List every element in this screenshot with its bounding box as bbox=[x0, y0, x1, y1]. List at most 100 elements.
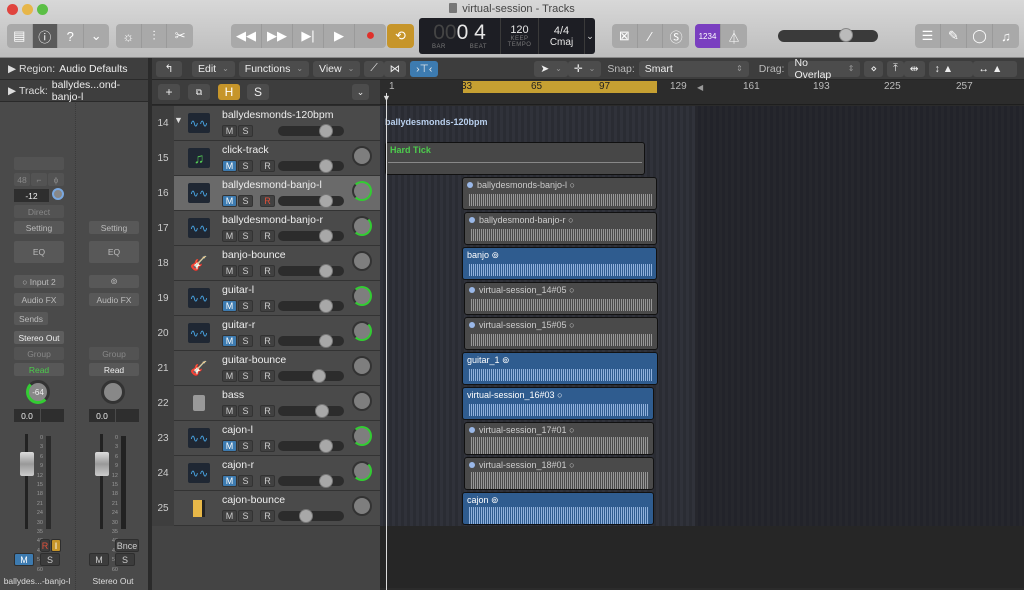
record-enable-button[interactable]: R bbox=[260, 265, 275, 277]
solo-button[interactable]: S bbox=[40, 553, 60, 566]
track-row[interactable]: 25 cajon-bounce M S R bbox=[152, 491, 380, 526]
region[interactable]: virtual-session_16#03 ○ bbox=[462, 387, 654, 420]
gain-knob[interactable] bbox=[52, 188, 64, 200]
track-name[interactable]: cajon-l bbox=[222, 424, 253, 436]
track-row[interactable]: 16 ∿∿ ballydesmond-banjo-l M S R bbox=[152, 176, 380, 211]
play-icon[interactable]: ▶ bbox=[324, 24, 355, 48]
solo-button[interactable]: S bbox=[115, 553, 135, 566]
cycle-range[interactable] bbox=[463, 81, 657, 93]
count-in-button[interactable]: 1234 bbox=[695, 24, 721, 48]
help-icon[interactable]: ? bbox=[58, 24, 84, 48]
sends-slot[interactable]: Sends bbox=[14, 312, 48, 325]
volume-slider[interactable] bbox=[278, 404, 344, 418]
pan-knob[interactable] bbox=[352, 181, 372, 201]
volume-knob[interactable] bbox=[319, 474, 333, 488]
volume-slider[interactable] bbox=[278, 124, 344, 138]
view-menu[interactable]: View ⌄ bbox=[313, 60, 361, 77]
pan-knob[interactable] bbox=[352, 216, 372, 236]
track-name[interactable]: guitar-l bbox=[222, 284, 254, 296]
volume-slider[interactable] bbox=[278, 334, 344, 348]
list-editors-icon[interactable]: ☰ bbox=[915, 24, 941, 48]
eq-button[interactable]: EQ bbox=[14, 241, 64, 263]
mute-button[interactable]: M bbox=[222, 510, 237, 522]
mute-button[interactable]: M bbox=[222, 230, 237, 242]
track-name[interactable]: cajon-bounce bbox=[222, 494, 285, 506]
info-icon[interactable]: ⓘ bbox=[32, 24, 58, 48]
track-row[interactable]: 14 ▼ ∿∿ ballydesmonds-120bpm M S bbox=[152, 106, 380, 141]
end-marker-icon[interactable]: ◀ bbox=[697, 83, 703, 92]
pan-knob[interactable] bbox=[352, 251, 372, 271]
pan-knob[interactable] bbox=[352, 426, 372, 446]
lcd-display[interactable]: 000 4 BAR BEAT 120 KEEP TEMPO 4/4 Cmaj ⌄ bbox=[419, 18, 595, 54]
track-name[interactable]: banjo-bounce bbox=[222, 249, 286, 261]
pointer-tool[interactable]: ➤ ⌄ bbox=[534, 60, 568, 77]
track-row[interactable]: 23 ∿∿ cajon-l M S R bbox=[152, 421, 380, 456]
region[interactable]: guitar_1 ⊚ bbox=[462, 352, 658, 385]
bounce-button[interactable]: Bnce bbox=[115, 539, 139, 552]
solo-button[interactable]: S bbox=[238, 230, 253, 242]
solo-button[interactable]: S bbox=[238, 195, 253, 207]
cycle-button[interactable]: ⟲ bbox=[387, 24, 414, 48]
volume-slider[interactable] bbox=[278, 474, 344, 488]
volume-readout[interactable]: 0.0 bbox=[89, 409, 115, 422]
disclosure-triangle-icon[interactable]: ▼ bbox=[174, 115, 183, 125]
record-icon[interactable]: ● bbox=[355, 24, 386, 48]
go-to-end-icon[interactable]: ▶| bbox=[293, 24, 324, 48]
volume-slider[interactable] bbox=[278, 369, 344, 383]
volume-knob[interactable] bbox=[319, 439, 333, 453]
region[interactable]: virtual-session_18#01 ○ bbox=[464, 457, 654, 490]
region[interactable]: cajon ⊚ bbox=[462, 492, 654, 525]
record-enable-button[interactable]: R bbox=[260, 475, 275, 487]
mute-button[interactable]: M bbox=[222, 370, 237, 382]
input-button[interactable]: ○ Input 2 bbox=[14, 275, 64, 288]
arrange-area[interactable]: ballydesmonds-120bpm Hard Tick ballydesmon… bbox=[380, 106, 1024, 588]
scissors-icon[interactable]: ✂ bbox=[167, 24, 193, 48]
mute-button[interactable]: M bbox=[222, 160, 237, 172]
pan-knob[interactable]: -64 bbox=[26, 380, 50, 404]
record-enable-button[interactable]: R bbox=[260, 335, 275, 347]
automation-mode[interactable]: Read bbox=[89, 363, 139, 376]
region[interactable]: ballydesmonds-banjo-l ○ bbox=[462, 177, 657, 210]
hpf-icon[interactable]: ⌐ bbox=[31, 173, 47, 186]
track-row[interactable]: 18 🎸 banjo-bounce M S R bbox=[152, 246, 380, 281]
input-monitor-button[interactable]: I bbox=[51, 539, 61, 552]
crosshair-tool[interactable]: ✛ ⌄ bbox=[567, 60, 602, 77]
track-row[interactable]: 24 ∿∿ cajon-r M S R bbox=[152, 456, 380, 491]
add-track-button[interactable]: + bbox=[158, 84, 180, 100]
volume-slider[interactable] bbox=[278, 509, 344, 523]
mute-button[interactable]: M bbox=[222, 300, 237, 312]
fast-forward-icon[interactable]: ▶▶ bbox=[262, 24, 293, 48]
back-icon[interactable]: ↰ bbox=[156, 60, 182, 77]
track-row[interactable]: 15 ♫ click-track M S R bbox=[152, 141, 380, 176]
track-menu-icon[interactable]: ⌄ bbox=[352, 84, 369, 100]
mute-button[interactable]: M bbox=[222, 475, 237, 487]
vertical-fit-icon[interactable]: ⤒ bbox=[887, 60, 904, 77]
automation-mode[interactable]: Read bbox=[14, 363, 64, 376]
pan-knob[interactable] bbox=[352, 356, 372, 376]
input-gain[interactable]: -12 bbox=[14, 189, 49, 202]
plugin-slot[interactable] bbox=[14, 157, 64, 170]
duplicate-track-icon[interactable]: ⧉ bbox=[188, 84, 210, 100]
edit-menu[interactable]: Edit ⌄ bbox=[192, 60, 235, 77]
pan-knob[interactable] bbox=[101, 380, 125, 404]
rewind-icon[interactable]: ◀◀ bbox=[231, 24, 262, 48]
horizontal-fit-icon[interactable]: ⇹ bbox=[903, 60, 925, 77]
lcd-menu-chevron-icon[interactable]: ⌄ bbox=[585, 18, 595, 54]
volume-slider[interactable] bbox=[278, 264, 344, 278]
record-enable-button[interactable]: R bbox=[260, 160, 275, 172]
eq-button[interactable]: EQ bbox=[89, 241, 139, 263]
mute-button[interactable]: M bbox=[89, 553, 109, 566]
region[interactable]: virtual-session_14#05 ○ bbox=[464, 282, 658, 315]
folder-region-label[interactable]: ballydesmonds-120bpm bbox=[385, 117, 488, 127]
record-enable-button[interactable]: R bbox=[260, 230, 275, 242]
direct-button[interactable]: Direct bbox=[14, 205, 64, 218]
region-inspector-header[interactable]: ▶ Region: Audio Defaults bbox=[0, 58, 148, 80]
track-row[interactable]: 19 ∿∿ guitar-l M S R bbox=[152, 281, 380, 316]
audio-fx-slot[interactable]: Audio FX bbox=[89, 293, 139, 306]
audio-fx-slot[interactable]: Audio FX bbox=[14, 293, 64, 306]
master-volume-slider[interactable] bbox=[778, 28, 878, 42]
track-name[interactable]: ballydesmonds-120bpm bbox=[222, 109, 333, 121]
pan-knob[interactable] bbox=[352, 461, 372, 481]
track-name[interactable]: cajon-r bbox=[222, 459, 254, 471]
pan-knob[interactable] bbox=[352, 496, 372, 516]
